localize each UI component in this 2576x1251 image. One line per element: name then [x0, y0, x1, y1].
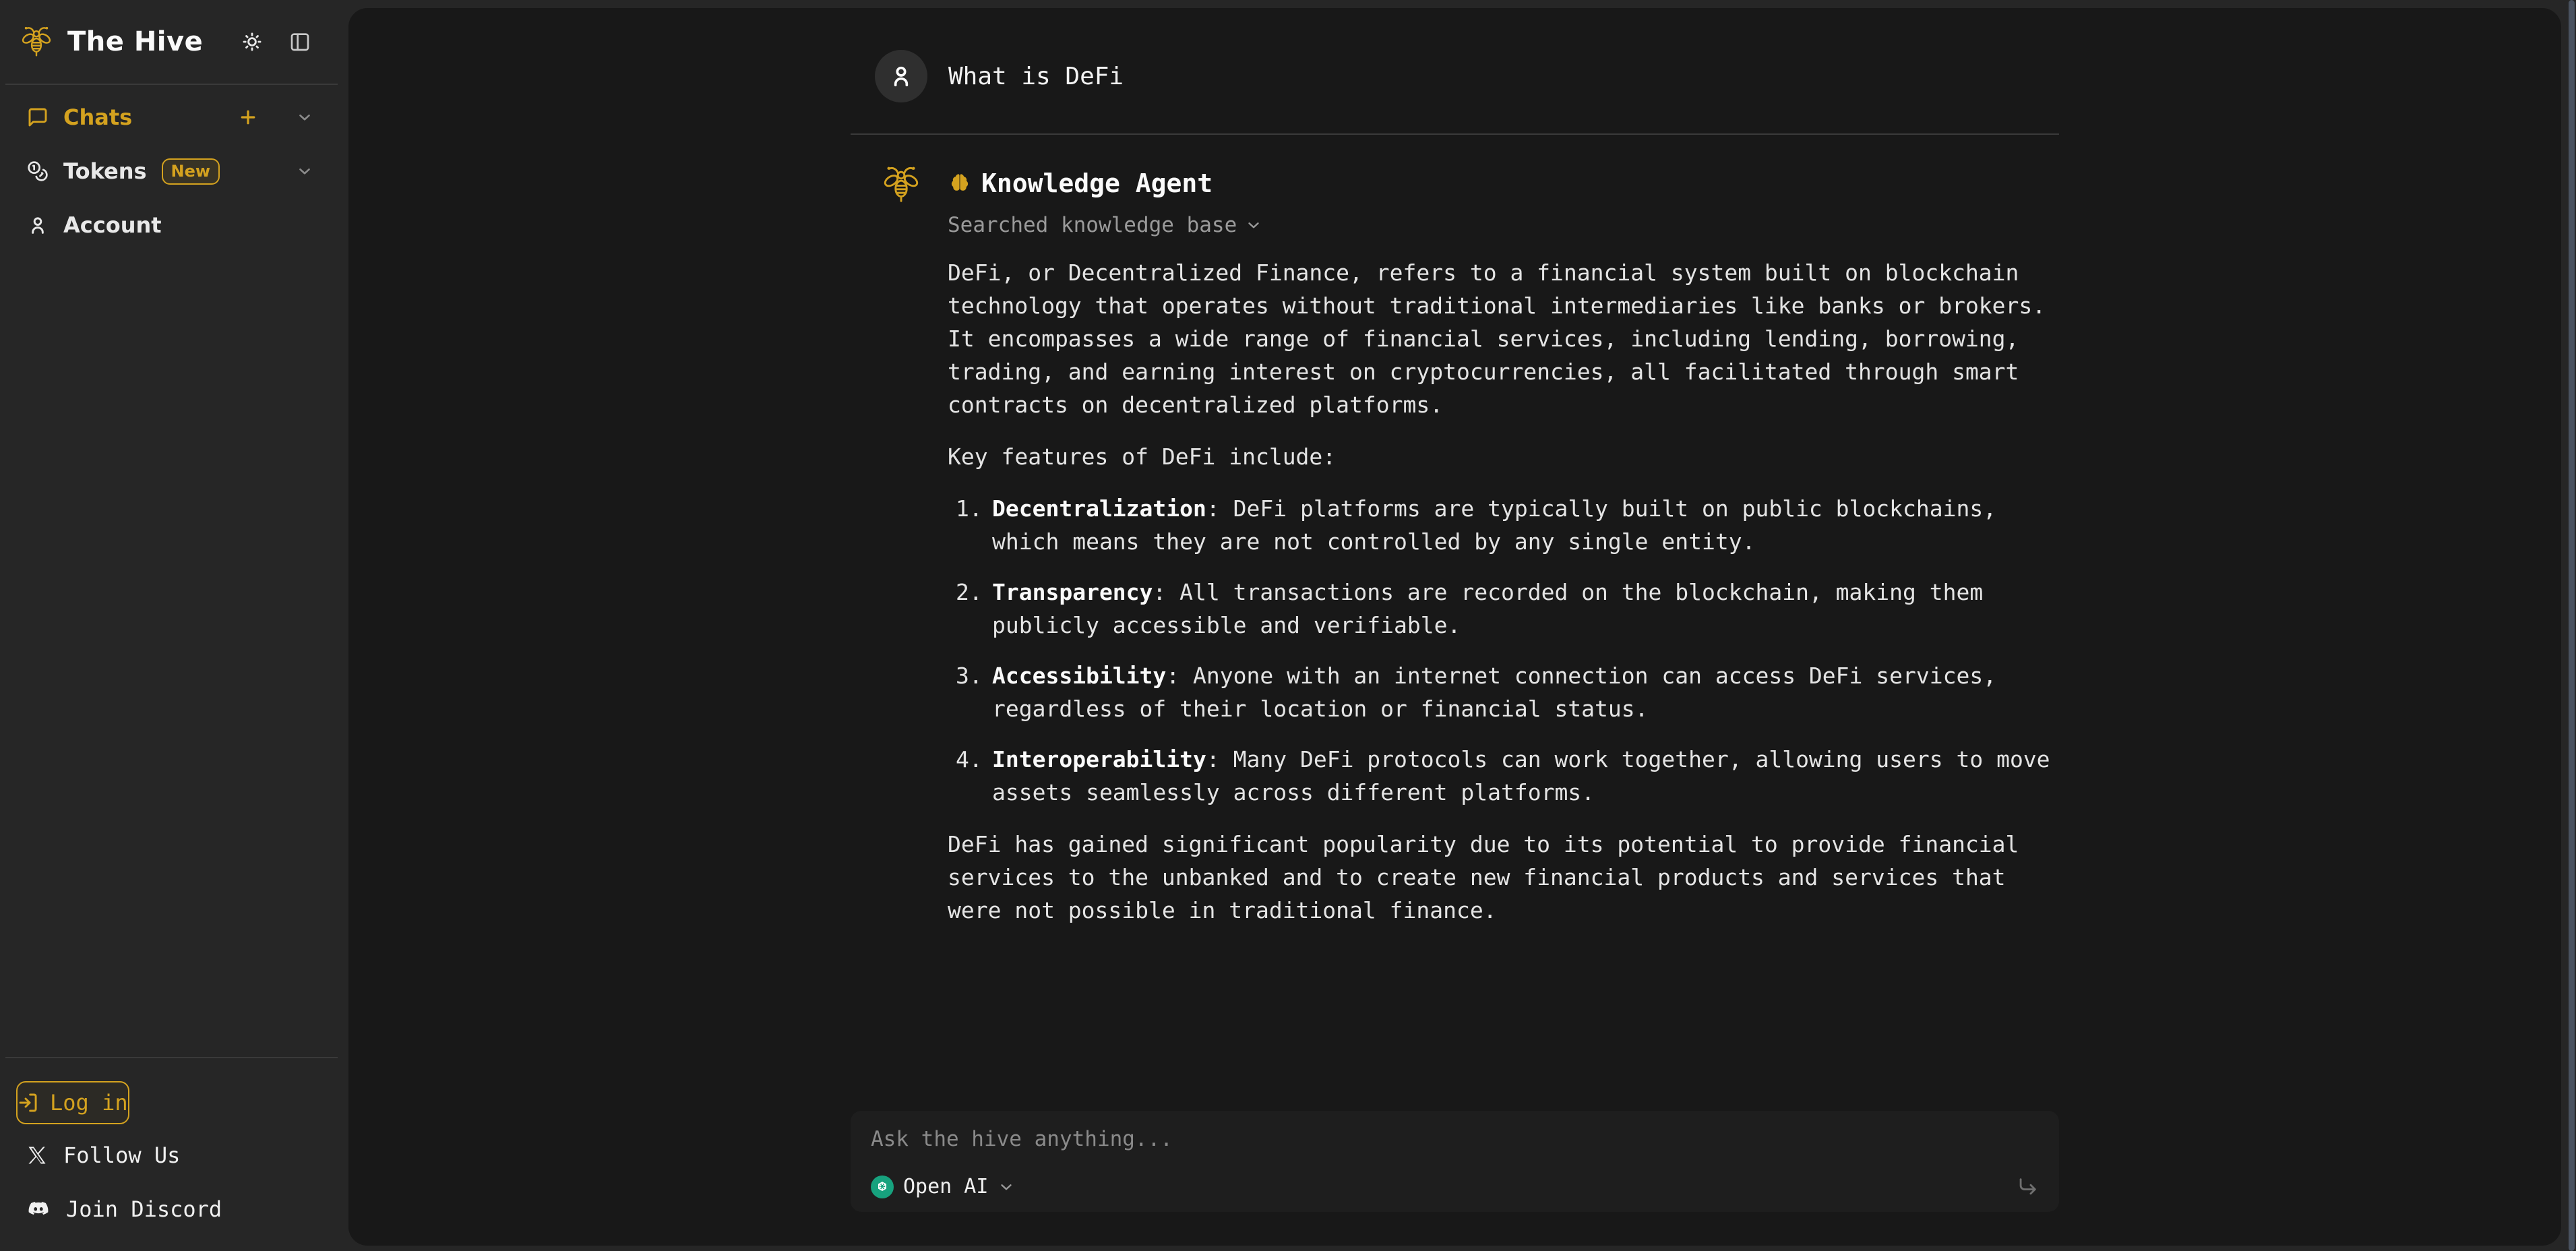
list-item: 2.Transparency: All transactions are rec… — [948, 576, 2059, 642]
join-discord-label: Join Discord — [66, 1196, 222, 1222]
new-chat-button[interactable] — [238, 107, 258, 127]
list-item: 3.Accessibility: Anyone with an internet… — [948, 659, 2059, 725]
sidebar-item-chats[interactable]: Chats — [0, 90, 348, 144]
sidebar-item-label: Chats — [63, 104, 132, 130]
panel-left-icon — [289, 31, 311, 53]
openai-icon — [871, 1176, 894, 1198]
chats-expand-button[interactable] — [296, 109, 313, 126]
list-number: 3. — [956, 659, 983, 692]
chat-panel: What is DeFi — [348, 8, 2561, 1246]
sidebar-item-account[interactable]: Account — [0, 198, 348, 252]
plus-icon — [238, 107, 258, 127]
scrollbar-thumb[interactable] — [2569, 0, 2575, 1251]
composer-area: Open AI — [348, 1111, 2561, 1246]
message-divider — [851, 133, 2059, 135]
response-paragraph: DeFi, or Decentralized Finance, refers t… — [948, 256, 2059, 421]
chat-bubble-icon — [27, 106, 49, 128]
user-avatar — [875, 50, 927, 102]
join-discord-link[interactable]: Join Discord — [0, 1182, 348, 1236]
agent-name: Knowledge Agent — [981, 169, 1213, 198]
list-term: Accessibility — [992, 663, 1166, 689]
response-list-intro: Key features of DeFi include: — [948, 440, 2059, 473]
list-number: 2. — [956, 576, 983, 609]
response-paragraph: DeFi has gained significant popularity d… — [948, 828, 2059, 927]
agent-status-toggle[interactable]: Searched knowledge base — [948, 213, 1262, 237]
follow-us-label: Follow Us — [63, 1142, 180, 1168]
coins-icon — [27, 160, 49, 182]
login-icon — [18, 1092, 39, 1113]
login-button[interactable]: Log in — [16, 1081, 129, 1124]
follow-us-link[interactable]: Follow Us — [0, 1128, 348, 1182]
agent-header: Knowledge Agent — [948, 169, 2059, 198]
user-icon — [27, 214, 49, 236]
bee-logo-icon — [19, 22, 54, 61]
chevron-down-icon — [998, 1178, 1015, 1196]
agent-avatar — [851, 160, 948, 946]
user-message-text: What is DeFi — [948, 63, 1124, 90]
new-badge: New — [162, 158, 220, 185]
sidebar-item-tokens[interactable]: Tokens New — [0, 144, 348, 198]
chat-input[interactable] — [871, 1127, 2039, 1157]
sidebar-item-label: Account — [63, 212, 162, 238]
list-item: 1.Decentralization: DeFi platforms are t… — [948, 492, 2059, 558]
discord-icon — [27, 1198, 50, 1221]
tokens-expand-button[interactable] — [296, 162, 313, 180]
list-number: 4. — [956, 743, 983, 776]
chevron-down-icon — [296, 162, 313, 180]
theme-toggle-button[interactable] — [241, 30, 264, 53]
sidebar-footer: Log in Follow Us Join — [0, 1058, 348, 1251]
list-number: 1. — [956, 492, 983, 525]
sidebar-collapse-button[interactable] — [289, 31, 311, 53]
bee-logo-icon — [880, 160, 948, 209]
sidebar: The Hive — [0, 0, 348, 1251]
sidebar-item-label: Tokens — [63, 158, 147, 184]
model-label: Open AI — [903, 1175, 988, 1198]
message-list: What is DeFi — [348, 8, 2561, 1111]
agent-status-text: Searched knowledge base — [948, 213, 1237, 237]
sidebar-nav: Chats — [0, 85, 348, 257]
list-term: Decentralization — [992, 495, 1206, 522]
chevron-down-icon — [296, 109, 313, 126]
sun-icon — [241, 30, 264, 53]
x-twitter-icon — [27, 1145, 47, 1165]
brain-icon — [948, 171, 972, 195]
send-button[interactable] — [2016, 1176, 2039, 1198]
chevron-down-icon — [1245, 216, 1262, 234]
model-selector[interactable]: Open AI — [871, 1175, 1015, 1198]
corner-down-right-arrow-icon — [2016, 1176, 2039, 1198]
page-scrollbar — [2569, 0, 2575, 1251]
user-message: What is DeFi — [851, 50, 2059, 102]
app-window: The Hive — [0, 0, 2576, 1251]
user-icon — [888, 63, 915, 90]
agent-message: Knowledge Agent Searched knowledge base … — [851, 160, 2059, 946]
composer: Open AI — [851, 1111, 2059, 1212]
login-label: Log in — [50, 1090, 128, 1116]
list-term: Interoperability — [992, 746, 1206, 772]
agent-response: DeFi, or Decentralized Finance, refers t… — [948, 256, 2059, 927]
list-term: Transparency — [992, 579, 1153, 605]
sidebar-header: The Hive — [0, 0, 348, 84]
list-item: 4.Interoperability: Many DeFi protocols … — [948, 743, 2059, 809]
app-title: The Hive — [67, 26, 215, 57]
